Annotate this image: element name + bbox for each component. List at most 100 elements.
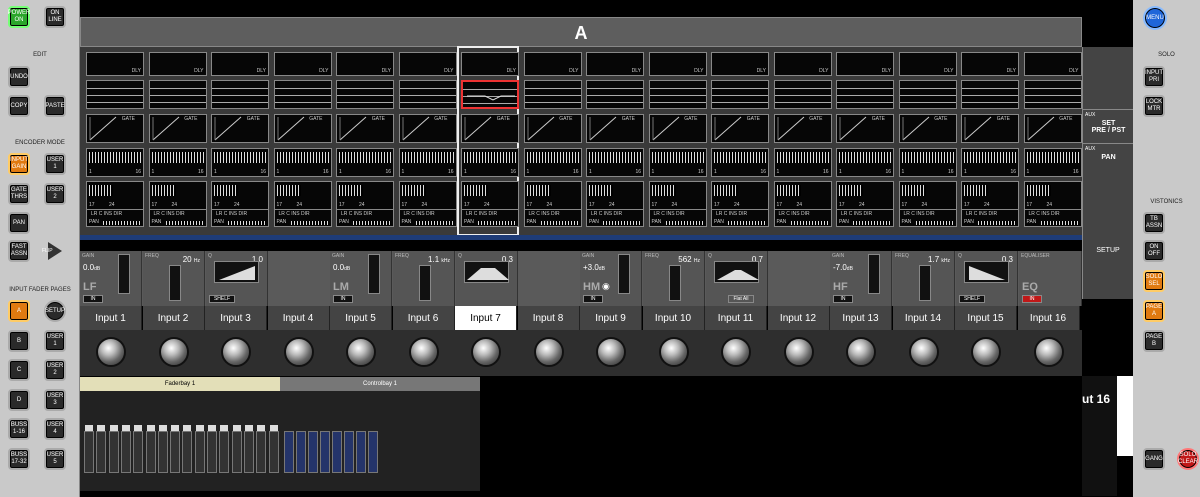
copy-button[interactable]: COPY — [8, 95, 30, 117]
eq-display[interactable] — [273, 80, 332, 109]
encoder-knob[interactable] — [221, 337, 251, 367]
aux-sends-display[interactable]: 1 16 — [148, 148, 207, 177]
channel-strip[interactable]: DLY GATE 1 16 17 24 LR C INS DIR PAN — [1021, 47, 1082, 235]
channel-strip[interactable]: DLY GATE 1 16 17 24 LR C INS DIR PAN — [646, 47, 707, 235]
aux-sends-2-display[interactable]: 17 24 — [648, 181, 707, 210]
channel-name-label[interactable]: Input 5 — [330, 306, 392, 330]
delay-display[interactable]: DLY — [273, 52, 332, 76]
encoder-knob[interactable] — [846, 337, 876, 367]
aux-sends-2-display[interactable]: 17 24 — [211, 181, 269, 210]
user-2-button[interactable]: USER 2 — [44, 183, 66, 205]
aux-sends-display[interactable]: 1 16 — [586, 148, 644, 177]
delay-display[interactable]: DLY — [586, 52, 644, 76]
lm-freq-fader[interactable] — [419, 265, 431, 301]
aux-sends-2-display[interactable]: 17 24 — [398, 181, 457, 210]
delay-display[interactable]: DLY — [773, 52, 832, 76]
page-b-button[interactable]: PAGE B — [1143, 330, 1165, 352]
user-2b-button[interactable]: USER 2 — [44, 359, 66, 381]
lf-q-control[interactable]: Q 1.0 SHELF — [206, 251, 268, 306]
encoder-knob[interactable] — [783, 337, 814, 367]
gate-display[interactable]: GATE — [898, 114, 957, 143]
aux-sends-2-display[interactable]: 17 24 — [773, 181, 832, 210]
channel-name-label[interactable]: Input 14 — [892, 306, 955, 330]
channel-name-label[interactable]: Input 16 — [1017, 306, 1080, 330]
aux-sends-2-display[interactable]: 17 24 — [961, 181, 1019, 210]
eq-display[interactable] — [211, 80, 269, 109]
solo-sel-button[interactable]: SOLO SEL — [1143, 270, 1165, 292]
channel-name-label[interactable]: Input 9 — [580, 306, 642, 330]
input-gain-button[interactable]: INPUT GAIN — [8, 153, 30, 175]
hf-shelf-button[interactable]: SHELF — [959, 295, 985, 303]
user-5-button[interactable]: USER 5 — [44, 448, 66, 470]
bus-pan-display[interactable]: LR C INS DIR PAN — [773, 209, 832, 227]
gate-display[interactable]: GATE — [523, 114, 582, 143]
channel-strip[interactable]: DLY GATE 1 16 17 24 LR C INS DIR PAN — [333, 47, 394, 235]
channel-name-label[interactable]: Input 15 — [955, 306, 1017, 330]
lm-in-button[interactable]: IN — [333, 295, 353, 303]
channel-name-label[interactable]: Input 11 — [705, 306, 767, 330]
bus-pan-display[interactable]: LR C INS DIR PAN — [211, 209, 269, 227]
gate-display[interactable]: GATE — [711, 114, 769, 143]
aux-sends-2-display[interactable]: 17 24 — [86, 181, 144, 210]
fader-page-a-button[interactable]: A — [8, 300, 30, 322]
aux-sends-2-display[interactable]: 17 24 — [586, 181, 644, 210]
eq-display[interactable] — [648, 80, 707, 109]
buss-1-16-button[interactable]: BUSS 1-16 — [8, 418, 30, 440]
channel-strip[interactable]: DLY GATE 1 16 17 24 LR C INS DIR PAN — [146, 47, 207, 235]
channel-name-label[interactable]: Input 3 — [205, 306, 267, 330]
page-a-button[interactable]: PAGE A — [1143, 300, 1165, 322]
bus-pan-display[interactable]: LR C INS DIR PAN — [1023, 209, 1082, 227]
hm-gain-control[interactable]: GAIN +3.0dB HM ◉ IN — [580, 251, 642, 306]
delay-display[interactable]: DLY — [336, 52, 394, 76]
channel-name-label[interactable]: Input 4 — [267, 306, 330, 330]
hm-freq-control[interactable]: FREQ 562 Hz — [643, 251, 705, 306]
hf-freq-fader[interactable] — [919, 265, 931, 301]
eq-display[interactable] — [523, 80, 582, 109]
setup-button[interactable]: SETUP — [44, 300, 66, 322]
flat-all-button[interactable]: Flat All — [728, 295, 754, 303]
bus-pan-display[interactable]: LR C INS DIR PAN — [273, 209, 332, 227]
channel-name-label[interactable]: Input 12 — [767, 306, 830, 330]
eq-display[interactable] — [961, 80, 1019, 109]
gate-display[interactable]: GATE — [398, 114, 457, 143]
bus-pan-display[interactable]: LR C INS DIR PAN — [523, 209, 582, 227]
faderbay-tab[interactable]: Faderbay 1 — [80, 377, 280, 391]
encoder-knob[interactable] — [721, 337, 751, 367]
hf-in-button[interactable]: IN — [833, 295, 853, 303]
eq-display[interactable] — [86, 80, 144, 109]
solo-clear-button[interactable]: SOLO CLEAR — [1177, 448, 1199, 470]
channel-name-label[interactable]: Input 10 — [642, 306, 705, 330]
delay-display[interactable]: DLY — [461, 52, 519, 76]
lm-gain-fader[interactable] — [368, 254, 380, 294]
delay-display[interactable]: DLY — [836, 52, 894, 76]
channel-name-label[interactable]: Input 1 — [80, 306, 142, 330]
lf-freq-control[interactable]: FREQ 20 Hz — [143, 251, 205, 306]
menu-button[interactable]: MENU — [1143, 6, 1167, 30]
encoder-knob[interactable] — [283, 337, 314, 367]
hm-gain-fader[interactable] — [618, 254, 630, 294]
buss-17-32-button[interactable]: BUSS 17-32 — [8, 448, 30, 470]
delay-display[interactable]: DLY — [898, 52, 957, 76]
aux-sends-2-display[interactable]: 17 24 — [1023, 181, 1082, 210]
delay-display[interactable]: DLY — [148, 52, 207, 76]
user-3-button[interactable]: USER 3 — [44, 389, 66, 411]
aux-sends-2-display[interactable]: 17 24 — [898, 181, 957, 210]
bus-pan-display[interactable]: LR C INS DIR PAN — [711, 209, 769, 227]
encoder-knob[interactable] — [346, 337, 376, 367]
hf-gain-fader[interactable] — [868, 254, 880, 294]
encoder-knob[interactable] — [971, 337, 1001, 367]
user-1-button[interactable]: USER 1 — [44, 153, 66, 175]
scroll-strip[interactable] — [1117, 376, 1133, 456]
user-4-button[interactable]: USER 4 — [44, 418, 66, 440]
bus-pan-display[interactable]: LR C INS DIR PAN — [586, 209, 644, 227]
aux-sends-2-display[interactable]: 17 24 — [273, 181, 332, 210]
channel-name-label[interactable]: Input 8 — [517, 306, 580, 330]
bus-pan-display[interactable]: LR C INS DIR PAN — [836, 209, 894, 227]
aux-sends-display[interactable]: 1 16 — [523, 148, 582, 177]
encoder-knob[interactable] — [658, 337, 689, 367]
tb-assn-button[interactable]: TB ASSN — [1143, 212, 1165, 234]
delay-display[interactable]: DLY — [86, 52, 144, 76]
on-off-button[interactable]: ON OFF — [1143, 240, 1165, 262]
aux-pan-button[interactable]: AUX PAN — [1083, 143, 1134, 183]
eq-display[interactable] — [1023, 80, 1082, 109]
